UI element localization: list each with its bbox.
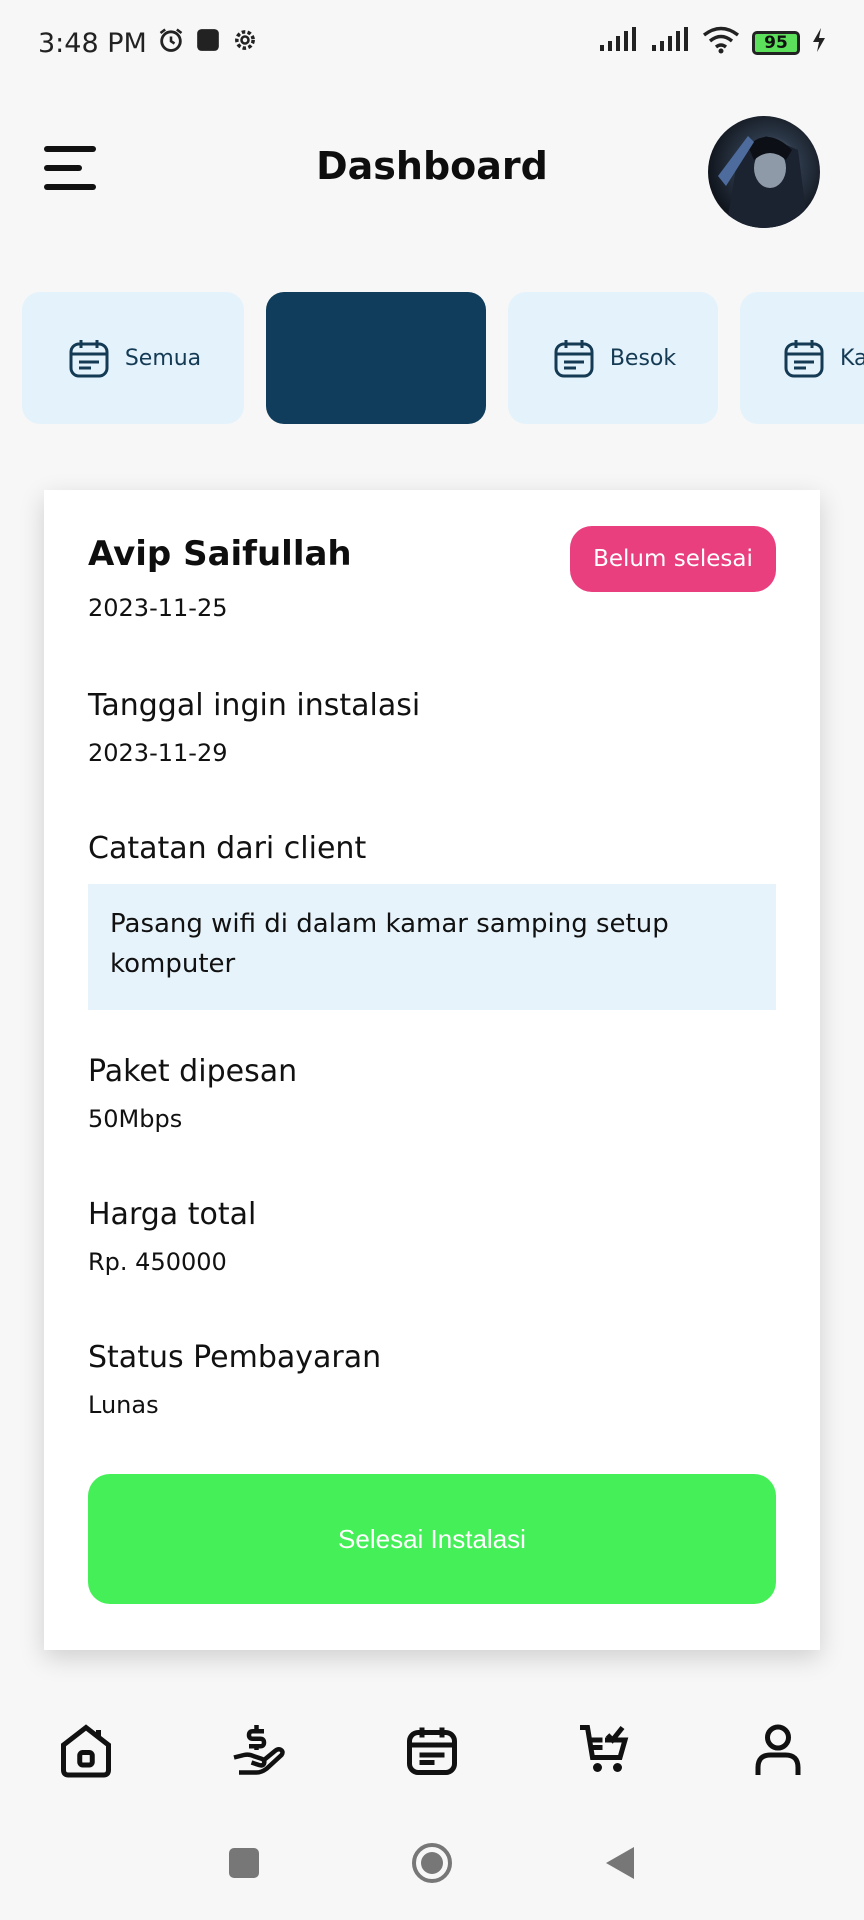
note-section: Catatan dari client Pasang wifi di dalam…	[88, 831, 776, 1010]
back-icon[interactable]	[604, 1845, 636, 1885]
signal-icon	[650, 26, 690, 60]
app-header: Dashboard	[0, 104, 864, 234]
price-label: Harga total	[88, 1197, 257, 1232]
profile-icon[interactable]	[748, 1720, 808, 1780]
alarm-icon	[157, 26, 185, 61]
note-label: Catatan dari client	[88, 831, 367, 866]
signal-icon	[598, 26, 638, 60]
status-left: 3:48 PM	[38, 26, 259, 61]
recents-icon[interactable]	[228, 1847, 260, 1883]
install-date-value: 2023-11-29	[88, 739, 228, 767]
status-time: 3:48 PM	[38, 27, 147, 59]
tab-label: Besok	[609, 345, 677, 371]
status-right: 95	[598, 26, 826, 61]
price-value: Rp. 450000	[88, 1248, 227, 1276]
payment-section: Status Pembayaran Lunas	[88, 1340, 776, 1419]
tab-label: Ka	[840, 345, 864, 371]
tab-active[interactable]	[266, 292, 486, 424]
calendar-icon	[784, 340, 824, 378]
user-avatar[interactable]	[708, 116, 820, 228]
cart-check-icon[interactable]	[575, 1720, 635, 1780]
calendar-icon	[554, 340, 594, 378]
package-value: 50Mbps	[88, 1105, 183, 1133]
install-date-section: Tanggal ingin instalasi 2023-11-29	[88, 688, 776, 767]
settings-gear-icon	[231, 26, 259, 61]
home-icon[interactable]	[56, 1720, 116, 1780]
calendar-list-icon[interactable]	[402, 1720, 462, 1780]
filter-tabs: Semua Besok Ka	[22, 292, 864, 424]
payment-status-value: Lunas	[88, 1391, 159, 1419]
tab-semua[interactable]: Semua	[22, 292, 244, 424]
finish-installation-button[interactable]: Selesai Instalasi	[88, 1474, 776, 1604]
price-section: Harga total Rp. 450000	[88, 1197, 776, 1276]
payment-status-label: Status Pembayaran	[88, 1340, 382, 1375]
order-card-body: Avip Saifullah Belum selesai 2023-11-25 …	[88, 526, 776, 1419]
payment-icon[interactable]	[229, 1720, 289, 1780]
client-note: Pasang wifi di dalam kamar samping setup…	[88, 884, 776, 1010]
app-square-icon	[195, 27, 221, 60]
bottom-nav	[0, 1690, 864, 1810]
package-section: Paket dipesan 50Mbps	[88, 1054, 776, 1133]
wifi-icon	[702, 26, 740, 61]
calendar-icon	[69, 340, 109, 378]
battery-indicator: 95	[752, 31, 800, 55]
system-nav-bar	[0, 1810, 864, 1920]
order-date: 2023-11-25	[88, 594, 228, 622]
package-label: Paket dipesan	[88, 1054, 298, 1089]
order-card: Avip Saifullah Belum selesai 2023-11-25 …	[44, 490, 820, 1650]
status-badge: Belum selesai	[570, 526, 776, 592]
tab-ka[interactable]: Ka	[740, 292, 864, 424]
home-button-icon[interactable]	[410, 1841, 454, 1889]
card-header: Avip Saifullah Belum selesai 2023-11-25	[88, 526, 776, 622]
tab-besok[interactable]: Besok	[508, 292, 718, 424]
install-date-label: Tanggal ingin instalasi	[88, 688, 421, 723]
tab-label: Semua	[124, 345, 202, 371]
charging-icon	[812, 27, 826, 59]
status-bar: 3:48 PM 95	[0, 0, 864, 86]
